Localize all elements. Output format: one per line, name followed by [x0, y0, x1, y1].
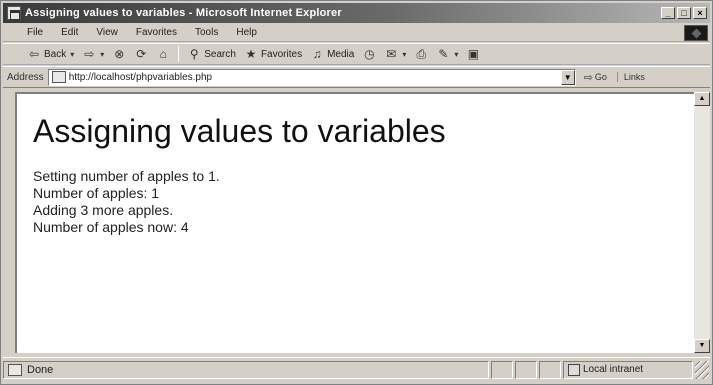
standard-toolbar: ⇦ Back ▾ ⇨ ▾ ⊗ ⟳ ⌂ ⚲ Search ★ Favorites …: [3, 43, 710, 65]
ie-app-icon[interactable]: [7, 6, 21, 20]
print-button[interactable]: ⎙: [410, 45, 432, 63]
mail-icon: ✉: [386, 47, 397, 61]
resize-grip[interactable]: [695, 360, 709, 379]
back-label: Back: [44, 48, 67, 60]
go-arrow-icon: ⇨: [583, 71, 593, 84]
mail-dropdown-icon[interactable]: ▾: [402, 50, 406, 59]
address-field[interactable]: http://localhost/phpvariables.php ▼: [47, 68, 576, 86]
back-button[interactable]: ⇦ Back ▾: [23, 45, 78, 63]
status-panel: Done: [3, 360, 489, 379]
page-heading: Assigning values to variables: [33, 113, 446, 149]
window-title: Assigning values to variables - Microsof…: [25, 7, 342, 19]
close-button[interactable]: ×: [693, 7, 707, 19]
menu-bar: File Edit View Favorites Tools Help: [3, 24, 710, 42]
home-button[interactable]: ⌂: [152, 45, 174, 63]
toolbar-separator: [178, 46, 180, 62]
search-button[interactable]: ⚲ Search: [183, 45, 240, 63]
address-label: Address: [7, 71, 44, 83]
home-icon: ⌂: [159, 47, 167, 61]
menu-file[interactable]: File: [3, 27, 53, 38]
scroll-up-icon[interactable]: ▲: [694, 92, 710, 106]
stop-button[interactable]: ⊗: [108, 45, 130, 63]
minimize-button[interactable]: _: [661, 7, 675, 19]
output-line: Number of apples now: 4: [33, 219, 189, 235]
window-controls: _ □ ×: [661, 7, 707, 19]
menu-help[interactable]: Help: [228, 27, 267, 38]
address-bar: Address http://localhost/phpvariables.ph…: [3, 66, 710, 88]
refresh-icon: ⟳: [136, 47, 147, 61]
status-cell: [539, 360, 561, 379]
output-line: Number of apples: 1: [33, 185, 160, 201]
intranet-zone-icon: [568, 363, 580, 376]
address-url[interactable]: http://localhost/phpvariables.php: [69, 72, 561, 83]
browser-window: Assigning values to variables - Microsof…: [0, 0, 713, 385]
back-arrow-icon: ⇦: [28, 47, 40, 61]
favorites-label: Favorites: [260, 48, 303, 60]
page-content: Assigning values to variables Setting nu…: [15, 92, 694, 353]
scroll-down-icon[interactable]: ▼: [694, 339, 710, 353]
menu-tools[interactable]: Tools: [187, 27, 228, 38]
menu-view[interactable]: View: [88, 27, 128, 38]
refresh-button[interactable]: ⟳: [130, 45, 152, 63]
search-label: Search: [204, 48, 236, 60]
menu-edit[interactable]: Edit: [53, 27, 88, 38]
stop-icon: ⊗: [114, 47, 125, 61]
history-button[interactable]: ◷: [358, 45, 380, 63]
discuss-icon: ▣: [467, 47, 480, 61]
media-label: Media: [327, 48, 355, 60]
page-done-icon: [8, 363, 22, 376]
search-icon: ⚲: [189, 47, 199, 61]
forward-arrow-icon: ⇨: [84, 47, 95, 61]
favorites-icon: ★: [245, 47, 257, 61]
page-icon: [51, 71, 66, 83]
status-text: Done: [27, 363, 54, 376]
print-icon: ⎙: [416, 47, 427, 61]
status-bar: Done Local intranet: [3, 357, 710, 381]
media-button[interactable]: ♫ Media: [306, 45, 358, 63]
forward-button[interactable]: ⇨ ▾: [78, 45, 108, 63]
edit-dropdown-icon[interactable]: ▾: [454, 50, 458, 59]
output-line: Setting number of apples to 1.: [33, 168, 220, 184]
maximize-button[interactable]: □: [677, 7, 691, 19]
media-icon: ♫: [312, 47, 322, 61]
discuss-button[interactable]: ▣: [462, 45, 484, 63]
history-icon: ◷: [364, 47, 375, 61]
mail-button[interactable]: ✉ ▾: [380, 45, 410, 63]
output-line: Adding 3 more apples.: [33, 202, 174, 218]
windows-logo-throbber-icon: [684, 25, 708, 41]
status-cell: [515, 360, 537, 379]
menu-favorites[interactable]: Favorites: [128, 27, 187, 38]
title-bar[interactable]: Assigning values to variables - Microsof…: [3, 3, 710, 23]
vertical-scrollbar[interactable]: ▲ ▼: [694, 92, 710, 353]
address-dropdown-icon[interactable]: ▼: [560, 69, 575, 85]
go-label: Go: [594, 72, 607, 82]
links-button[interactable]: Links: [616, 72, 645, 82]
status-cell: [491, 360, 513, 379]
back-dropdown-icon[interactable]: ▾: [70, 50, 74, 59]
edit-icon: ✎: [438, 47, 449, 61]
page-body: Assigning values to variables Setting nu…: [17, 94, 694, 236]
zone-text: Local intranet: [583, 364, 644, 375]
go-button[interactable]: ⇨ Go: [584, 71, 607, 84]
forward-dropdown-icon[interactable]: ▾: [100, 50, 104, 59]
favorites-button[interactable]: ★ Favorites: [240, 45, 306, 63]
edit-button[interactable]: ✎ ▾: [432, 45, 462, 63]
security-zone-panel: Local intranet: [563, 360, 693, 379]
